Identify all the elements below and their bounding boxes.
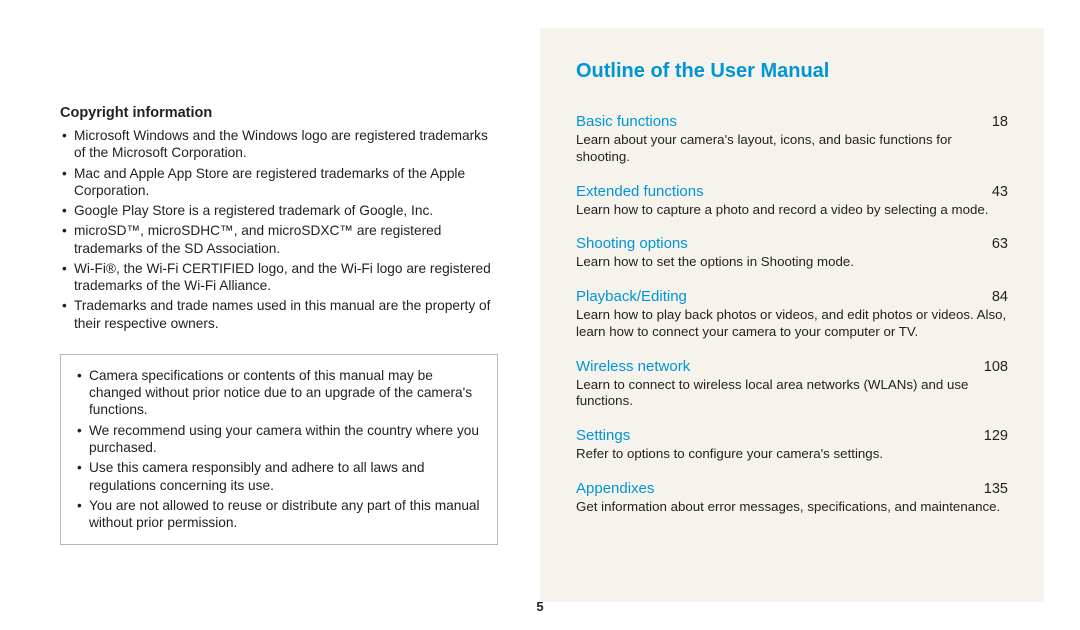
toc-label: Basic functions [576, 113, 677, 130]
list-item: We recommend using your camera within th… [75, 422, 483, 457]
trademarks-list: Microsoft Windows and the Windows logo a… [60, 127, 498, 332]
list-item: Google Play Store is a registered tradem… [60, 202, 498, 219]
toc-label: Shooting options [576, 235, 688, 252]
list-item: You are not allowed to reuse or distribu… [75, 497, 483, 532]
toc-label: Settings [576, 427, 630, 444]
toc-desc: Learn about your camera's layout, icons,… [576, 132, 1008, 166]
toc-entry-appendixes[interactable]: Appendixes 135 [576, 480, 1008, 497]
outline-panel: Outline of the User Manual Basic functio… [540, 28, 1044, 602]
page-number: 5 [536, 599, 543, 614]
list-item: Use this camera responsibly and adhere t… [75, 459, 483, 494]
toc-label: Wireless network [576, 358, 690, 375]
list-item: Wi-Fi®, the Wi-Fi CERTIFIED logo, and th… [60, 260, 498, 295]
left-column: Copyright information Microsoft Windows … [0, 0, 540, 630]
toc-label: Appendixes [576, 480, 654, 497]
toc-page: 63 [992, 236, 1008, 252]
toc-label: Extended functions [576, 183, 704, 200]
toc-entry-extended-functions[interactable]: Extended functions 43 [576, 183, 1008, 200]
toc-desc: Get information about error messages, sp… [576, 499, 1008, 516]
notice-box: Camera specifications or contents of thi… [60, 354, 498, 545]
toc-desc: Refer to options to configure your camer… [576, 446, 1008, 463]
list-item: Microsoft Windows and the Windows logo a… [60, 127, 498, 162]
toc-entry-settings[interactable]: Settings 129 [576, 427, 1008, 444]
copyright-heading: Copyright information [60, 105, 498, 121]
toc-page: 129 [984, 428, 1008, 444]
toc-page: 135 [984, 481, 1008, 497]
list-item: Trademarks and trade names used in this … [60, 297, 498, 332]
toc-page: 108 [984, 359, 1008, 375]
toc-desc: Learn how to play back photos or videos,… [576, 307, 1008, 341]
toc-page: 43 [992, 184, 1008, 200]
toc-entry-playback-editing[interactable]: Playback/Editing 84 [576, 288, 1008, 305]
toc-desc: Learn to connect to wireless local area … [576, 377, 1008, 411]
toc-entry-basic-functions[interactable]: Basic functions 18 [576, 113, 1008, 130]
toc-label: Playback/Editing [576, 288, 687, 305]
list-item: microSD™, microSDHC™, and microSDXC™ are… [60, 222, 498, 257]
toc-entry-wireless-network[interactable]: Wireless network 108 [576, 358, 1008, 375]
right-column: Outline of the User Manual Basic functio… [540, 0, 1080, 630]
toc-desc: Learn how to capture a photo and record … [576, 202, 1008, 219]
outline-title: Outline of the User Manual [576, 60, 1008, 83]
notice-list: Camera specifications or contents of thi… [75, 367, 483, 531]
list-item: Mac and Apple App Store are registered t… [60, 165, 498, 200]
toc-entry-shooting-options[interactable]: Shooting options 63 [576, 235, 1008, 252]
toc-desc: Learn how to set the options in Shooting… [576, 254, 1008, 271]
list-item: Camera specifications or contents of thi… [75, 367, 483, 419]
toc-page: 18 [992, 114, 1008, 130]
toc-page: 84 [992, 289, 1008, 305]
